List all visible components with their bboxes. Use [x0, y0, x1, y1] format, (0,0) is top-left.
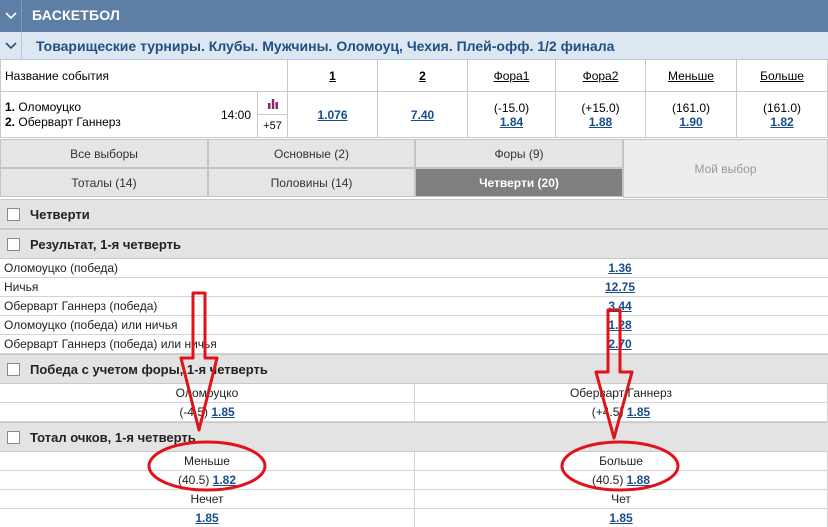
event-name-header: Название события [0, 60, 288, 92]
under-line: (161.0) [671, 100, 711, 115]
outcome-odd[interactable]: 1.36 [608, 261, 631, 275]
odds-header-row: Название события 1 2 Фора1 Фора2 Меньше … [0, 60, 828, 92]
total-under-cell[interactable]: (40.5) 1.82 [0, 471, 415, 490]
tab-main[interactable]: Основные (2) [208, 139, 415, 168]
parity-odd-head: Нечет [0, 490, 415, 509]
over-odd[interactable]: 1.82 [770, 115, 793, 129]
team2-name: Обервapт Ганнерз [18, 115, 121, 129]
col-1-header[interactable]: 1 [288, 60, 378, 92]
league-header[interactable]: Товарищеские турниры. Клубы. Мужчины. Ол… [0, 32, 828, 60]
event-row: 1. Оломоуцко 2. Обервapт Ганнерз 14:00 +… [0, 92, 828, 138]
handicap-right-odd[interactable]: 1.85 [627, 405, 650, 419]
section-checkbox[interactable] [7, 431, 20, 444]
outcome-name: Оломоуцко (победа) или ничья [4, 318, 178, 332]
tab-my-choice[interactable]: Мой выбор [623, 139, 828, 198]
outcome-name: Оберварт Ганнерз (победа) или ничья [4, 337, 217, 351]
league-title: Товарищеские турниры. Клубы. Мужчины. Ол… [36, 38, 615, 54]
handicap-right-line: (+4.5) [591, 405, 624, 419]
tab-fora[interactable]: Форы (9) [415, 139, 623, 168]
list-item: Оберварт Ганнерз (победа) или ничья 2.70 [0, 335, 828, 354]
section-title: Победа с учетом форы, 1-я четверть [30, 362, 268, 377]
section-total-q1[interactable]: Тотал очков, 1-я четверть [0, 422, 828, 452]
total-over-odd[interactable]: 1.88 [627, 473, 650, 487]
handicap-left-cell[interactable]: (-4.5) 1.85 [0, 403, 415, 422]
list-item: Ничья 12.75 [0, 278, 828, 297]
outcome-name: Оберварт Ганнерз (победа) [4, 299, 158, 313]
tab-all[interactable]: Все выборы [0, 139, 208, 168]
section-title: Тотал очков, 1-я четверть [30, 430, 196, 445]
total-over-cell[interactable]: (40.5) 1.88 [415, 471, 828, 490]
section-checkbox[interactable] [7, 238, 20, 251]
handicap-right-head: Оберварт Ганнерз [415, 384, 828, 403]
sport-title: БАСКЕТБОЛ [32, 7, 121, 23]
parity-even-head: Чет [415, 490, 828, 509]
outcome-name: Ничья [4, 280, 39, 294]
team1-num: 1. [5, 100, 16, 114]
over-line: (161.0) [762, 100, 802, 115]
event-teams[interactable]: 1. Оломоуцко 2. Обервapт Ганнерз 14:00 [0, 92, 258, 138]
outcome-odd[interactable]: 2.70 [608, 337, 631, 351]
col-under-header[interactable]: Меньше [646, 60, 737, 92]
fora2-cell[interactable]: (+15.0) 1.88 [556, 92, 646, 138]
team2-num: 2. [5, 115, 16, 129]
chevron-down-icon[interactable] [0, 0, 22, 32]
handicap-right-cell[interactable]: (+4.5) 1.85 [415, 403, 828, 422]
col-fora1-header[interactable]: Фора1 [468, 60, 556, 92]
odd-1[interactable]: 1.076 [317, 108, 347, 122]
list-item: Оломоуцко (победа) 1.36 [0, 259, 828, 278]
total-under-line: (40.5) [177, 473, 210, 487]
total-over-head: Больше [415, 452, 828, 471]
section-checkbox[interactable] [7, 208, 20, 221]
market-tabs: Все выборы Основные (2) Форы (9) Мой выб… [0, 139, 828, 199]
col-over-header[interactable]: Больше [737, 60, 828, 92]
parity-odd-odd[interactable]: 1.85 [195, 511, 218, 525]
total-under-head: Меньше [0, 452, 415, 471]
section-handicap-q1[interactable]: Победа с учетом форы, 1-я четверть [0, 354, 828, 384]
col-fora2-header[interactable]: Фора2 [556, 60, 646, 92]
odd-1-cell[interactable]: 1.076 [288, 92, 378, 138]
parity-even-cell[interactable]: 1.85 [415, 509, 828, 527]
chevron-down-icon[interactable] [0, 32, 22, 60]
fora1-odd[interactable]: 1.84 [500, 115, 523, 129]
event-time: 14:00 [221, 108, 252, 122]
total-under-odd[interactable]: 1.82 [213, 473, 236, 487]
parity-even-odd[interactable]: 1.85 [609, 511, 632, 525]
col-2-header[interactable]: 2 [378, 60, 468, 92]
outcome-name: Оломоуцко (победа) [4, 261, 119, 275]
parity-odd-cell[interactable]: 1.85 [0, 509, 415, 527]
section-quarters[interactable]: Четверти [0, 199, 828, 229]
outcome-odd[interactable]: 1.28 [608, 318, 631, 332]
fora2-line: (+15.0) [581, 100, 620, 115]
fora2-odd[interactable]: 1.88 [589, 115, 612, 129]
sport-header[interactable]: БАСКЕТБОЛ [0, 0, 828, 32]
odd-2[interactable]: 7.40 [411, 108, 434, 122]
list-item: Оломоуцко (победа) или ничья 1.28 [0, 316, 828, 335]
handicap-left-line: (-4.5) [179, 405, 208, 419]
handicap-left-odd[interactable]: 1.85 [211, 405, 234, 419]
section-title: Четверти [30, 207, 90, 222]
outcome-odd[interactable]: 12.75 [605, 280, 635, 294]
handicap-left-head: Оломоуцко [0, 384, 415, 403]
outcome-odd[interactable]: 3.44 [608, 299, 631, 313]
stats-icon[interactable] [258, 92, 288, 115]
under-odd[interactable]: 1.90 [679, 115, 702, 129]
under-cell[interactable]: (161.0) 1.90 [646, 92, 737, 138]
fora1-cell[interactable]: (-15.0) 1.84 [468, 92, 556, 138]
section-checkbox[interactable] [7, 363, 20, 376]
more-markets-button[interactable]: +57 [258, 115, 288, 138]
tab-quarters[interactable]: Четверти (20) [415, 168, 623, 197]
team1-name: Оломоуцко [18, 100, 82, 114]
over-cell[interactable]: (161.0) 1.82 [737, 92, 828, 138]
section-title: Результат, 1-я четверть [30, 237, 181, 252]
tab-totals[interactable]: Тоталы (14) [0, 168, 208, 197]
list-item: Оберварт Ганнерз (победа) 3.44 [0, 297, 828, 316]
tab-halves[interactable]: Половины (14) [208, 168, 415, 197]
odd-2-cell[interactable]: 7.40 [378, 92, 468, 138]
total-over-line: (40.5) [591, 473, 624, 487]
section-result-q1[interactable]: Результат, 1-я четверть [0, 229, 828, 259]
fora1-line: (-15.0) [493, 100, 530, 115]
